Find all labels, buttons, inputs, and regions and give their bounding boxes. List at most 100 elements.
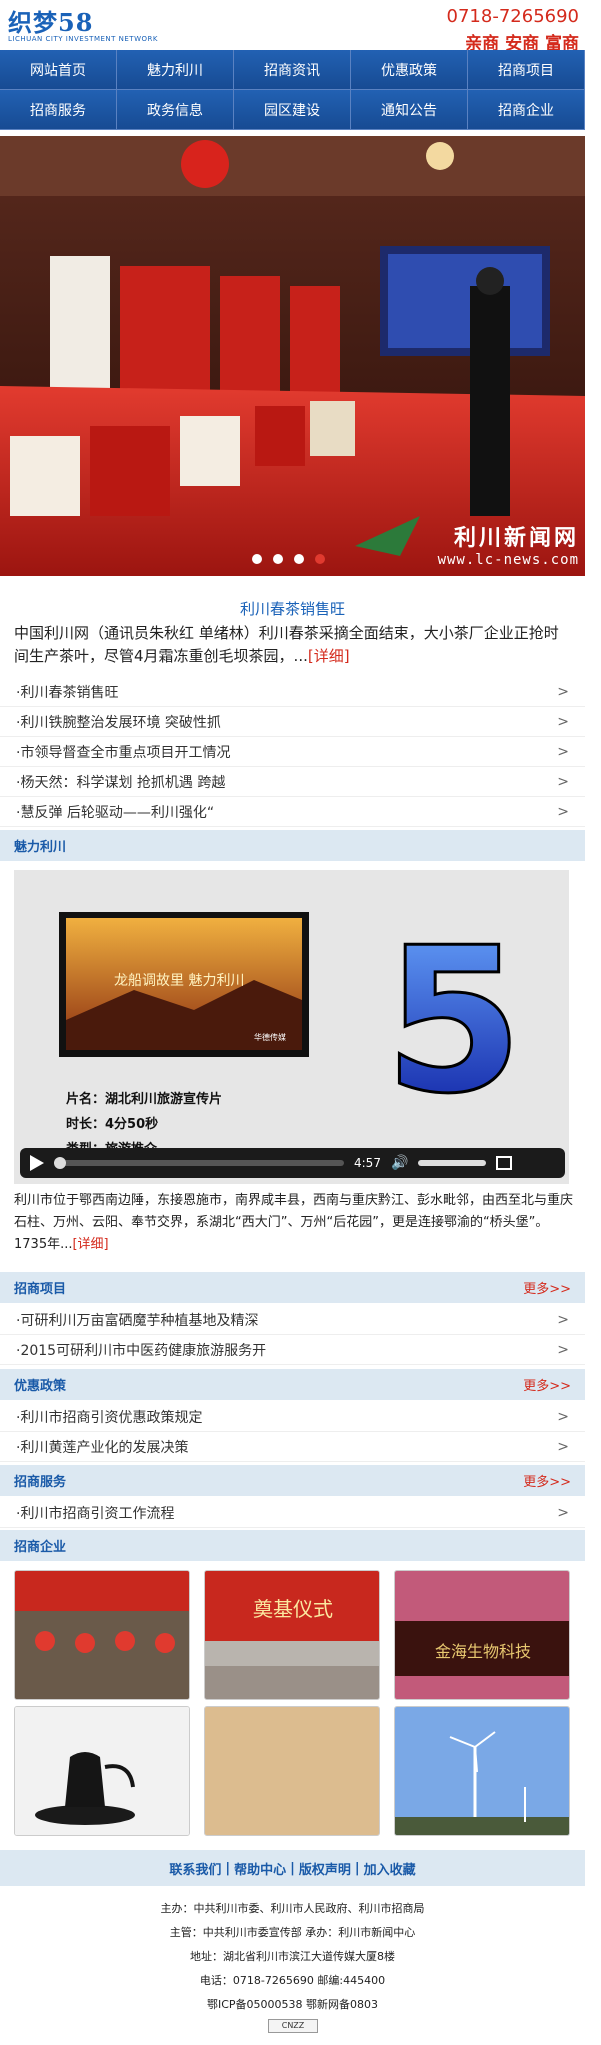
progress-handle[interactable] bbox=[54, 1157, 66, 1169]
list-item[interactable]: ·利川春茶销售旺 > bbox=[0, 677, 585, 707]
nav-item-home[interactable]: 网站首页 bbox=[0, 50, 117, 90]
section-title[interactable]: 魅力利川 bbox=[14, 836, 66, 855]
footer-info: 主办：中共利川市委、利川市人民政府、利川市招商局 主管：中共利川市委宣传部 承办… bbox=[0, 1897, 585, 2017]
footer-line: 电话：0718-7265690 邮编:445400 bbox=[199, 1974, 386, 1987]
slider-dot[interactable] bbox=[252, 554, 262, 564]
slider-dot-active[interactable] bbox=[315, 554, 325, 564]
enterprise-image[interactable] bbox=[394, 1706, 570, 1836]
cnzz-badge[interactable]: CNZZ bbox=[268, 2019, 318, 2033]
more-link[interactable]: 更多>> bbox=[523, 1375, 571, 1394]
enterprise-grid: 奠基仪式 金海生物科技 bbox=[14, 1570, 570, 1836]
list-item-text: ·利川铁腕整治发展环境 突破性抓 bbox=[16, 714, 221, 731]
section-title[interactable]: 优惠政策 bbox=[14, 1375, 66, 1394]
list-item[interactable]: ·市领导督查全市重点项目开工情况 > bbox=[0, 737, 585, 767]
nav-item-service[interactable]: 招商服务 bbox=[0, 90, 117, 130]
list-item-text: ·慧反弹 后轮驱动——利川强化“ bbox=[16, 804, 215, 821]
play-icon[interactable] bbox=[30, 1155, 44, 1171]
nav-item-projects[interactable]: 招商项目 bbox=[468, 50, 585, 90]
site-logo[interactable]: 织梦58 LICHUAN CITY INVESTMENT NETWORK bbox=[8, 3, 158, 43]
list-item[interactable]: ·2015可研利川市中医药健康旅游服务开 > bbox=[0, 1335, 585, 1365]
svg-text:奠基仪式: 奠基仪式 bbox=[253, 1597, 333, 1621]
banner-slider[interactable]: 利川新闻网 www.lc-news.com bbox=[0, 136, 585, 576]
video-big-number: 5 bbox=[384, 905, 523, 1138]
video-title: 片名：湖北利川旅游宣传片 bbox=[66, 1092, 223, 1107]
banner-image bbox=[0, 136, 585, 576]
header-phone: 0718-7265690 bbox=[446, 6, 579, 27]
footer-line: 地址：湖北省利川市滨江大道传媒大厦8楼 bbox=[190, 1950, 395, 1963]
section-title[interactable]: 招商服务 bbox=[14, 1471, 66, 1490]
more-link[interactable]: 更多>> bbox=[523, 1278, 571, 1297]
nav-item-charm[interactable]: 魅力利川 bbox=[117, 50, 234, 90]
nav-item-news[interactable]: 招商资讯 bbox=[234, 50, 351, 90]
banner-watermark: 利川新闻网 www.lc-news.com bbox=[438, 520, 579, 568]
list-item[interactable]: ·利川市招商引资工作流程 > bbox=[0, 1498, 585, 1528]
list-item[interactable]: ·利川黄莲产业化的发展决策 > bbox=[0, 1432, 585, 1462]
policy-list: ·利川市招商引资优惠政策规定 > ·利川黄莲产业化的发展决策 > bbox=[0, 1402, 585, 1462]
enterprise-image[interactable]: 奠基仪式 bbox=[204, 1570, 380, 1700]
enterprise-image[interactable] bbox=[14, 1570, 190, 1700]
headline-title[interactable]: 利川春茶销售旺 bbox=[0, 598, 585, 619]
section-title[interactable]: 招商企业 bbox=[14, 1536, 66, 1555]
video-player[interactable]: 5 龙船调故里 魅力利川 华德传媒 片名：湖北利川旅游宣传片 时长：4分50秒 … bbox=[14, 870, 569, 1184]
chevron-right-icon: > bbox=[557, 1408, 569, 1425]
intro-more-link[interactable]: [详细] bbox=[72, 1237, 108, 1252]
list-item-text: ·2015可研利川市中医药健康旅游服务开 bbox=[16, 1342, 267, 1359]
video-poster: 5 龙船调故里 魅力利川 华德传媒 bbox=[14, 870, 569, 1184]
chevron-right-icon: > bbox=[557, 713, 569, 730]
section-charm-header: 魅力利川 bbox=[0, 830, 585, 861]
main-nav: 网站首页 魅力利川 招商资讯 优惠政策 招商项目 招商服务 政务信息 园区建设 … bbox=[0, 50, 585, 130]
header-contact: 0718-7265690 亲商 安商 富商 bbox=[447, 6, 579, 54]
headline-text: 中国利川网（通讯员朱秋红 单绪林）利川春茶采摘全面结束，大小茶厂企业正抢时间生产… bbox=[14, 624, 559, 665]
section-title[interactable]: 招商项目 bbox=[14, 1278, 66, 1297]
list-item-text: ·可研利川万亩富硒魔芋种植基地及精深 bbox=[16, 1312, 259, 1329]
slider-dot[interactable] bbox=[273, 554, 283, 564]
enterprise-image[interactable]: 金海生物科技 bbox=[394, 1570, 570, 1700]
list-item[interactable]: ·杨天然：科学谋划 抢抓机遇 跨越 > bbox=[0, 767, 585, 797]
site-header: 织梦58 LICHUAN CITY INVESTMENT NETWORK 071… bbox=[0, 0, 601, 54]
list-item[interactable]: ·可研利川万亩富硒魔芋种植基地及精深 > bbox=[0, 1305, 585, 1335]
footer-link-bookmark[interactable]: 加入收藏 bbox=[364, 1859, 416, 1878]
video-controls: 4:57 🔊 bbox=[20, 1148, 565, 1178]
projects-list: ·可研利川万亩富硒魔芋种植基地及精深 > ·2015可研利川市中医药健康旅游服务开… bbox=[0, 1305, 585, 1365]
enterprise-image[interactable] bbox=[204, 1706, 380, 1836]
footer-link-copyright[interactable]: 版权声明 bbox=[299, 1859, 351, 1878]
chevron-right-icon: > bbox=[557, 1438, 569, 1455]
volume-icon[interactable]: 🔊 bbox=[391, 1155, 408, 1171]
list-item-text: ·利川市招商引资优惠政策规定 bbox=[16, 1409, 203, 1426]
nav-item-policy[interactable]: 优惠政策 bbox=[351, 50, 468, 90]
video-time: 4:57 bbox=[354, 1156, 381, 1170]
list-item-text: ·利川市招商引资工作流程 bbox=[16, 1505, 175, 1522]
footer-links: 联系我们 | 帮助中心 | 版权声明 | 加入收藏 bbox=[0, 1850, 585, 1886]
more-link[interactable]: 更多>> bbox=[523, 1471, 571, 1490]
watermark-name: 利川新闻网 bbox=[453, 526, 579, 551]
city-intro: 利川市位于鄂西南边陲，东接恩施市，南界咸丰县，西南与重庆黔江、彭水毗邻，由西至北… bbox=[14, 1190, 574, 1256]
enterprise-image[interactable] bbox=[14, 1706, 190, 1836]
section-projects-header: 招商项目 更多>> bbox=[0, 1272, 585, 1303]
fullscreen-icon[interactable] bbox=[496, 1156, 513, 1170]
list-item[interactable]: ·利川市招商引资优惠政策规定 > bbox=[0, 1402, 585, 1432]
volume-slider[interactable] bbox=[418, 1160, 487, 1166]
svg-text:金海生物科技: 金海生物科技 bbox=[435, 1642, 531, 1661]
list-item[interactable]: ·慧反弹 后轮驱动——利川强化“ > bbox=[0, 797, 585, 827]
nav-item-notice[interactable]: 通知公告 bbox=[351, 90, 468, 130]
chevron-right-icon: > bbox=[557, 773, 569, 790]
video-progress-bar[interactable] bbox=[54, 1157, 344, 1169]
nav-item-enterprise[interactable]: 招商企业 bbox=[468, 90, 585, 130]
slider-dot[interactable] bbox=[294, 554, 304, 564]
logo-subtitle: LICHUAN CITY INVESTMENT NETWORK bbox=[8, 35, 158, 43]
chevron-right-icon: > bbox=[557, 1504, 569, 1521]
svg-text:龙船调故里 魅力利川: 龙船调故里 魅力利川 bbox=[114, 973, 244, 989]
nav-item-gov[interactable]: 政务信息 bbox=[117, 90, 234, 130]
nav-item-park[interactable]: 园区建设 bbox=[234, 90, 351, 130]
chevron-right-icon: > bbox=[557, 1341, 569, 1358]
chevron-right-icon: > bbox=[557, 1311, 569, 1328]
footer-link-contact[interactable]: 联系我们 bbox=[169, 1859, 221, 1878]
service-list: ·利川市招商引资工作流程 > bbox=[0, 1498, 585, 1528]
list-item[interactable]: ·利川铁腕整治发展环境 突破性抓 > bbox=[0, 707, 585, 737]
section-service-header: 招商服务 更多>> bbox=[0, 1465, 585, 1496]
headline-more-link[interactable]: [详细] bbox=[308, 647, 350, 665]
list-item-text: ·利川黄莲产业化的发展决策 bbox=[16, 1439, 189, 1456]
footer-link-help[interactable]: 帮助中心 bbox=[234, 1859, 286, 1878]
list-item-text: ·杨天然：科学谋划 抢抓机遇 跨越 bbox=[16, 774, 226, 791]
footer-line: 主管：中共利川市委宣传部 承办：利川市新闻中心 bbox=[169, 1926, 416, 1939]
